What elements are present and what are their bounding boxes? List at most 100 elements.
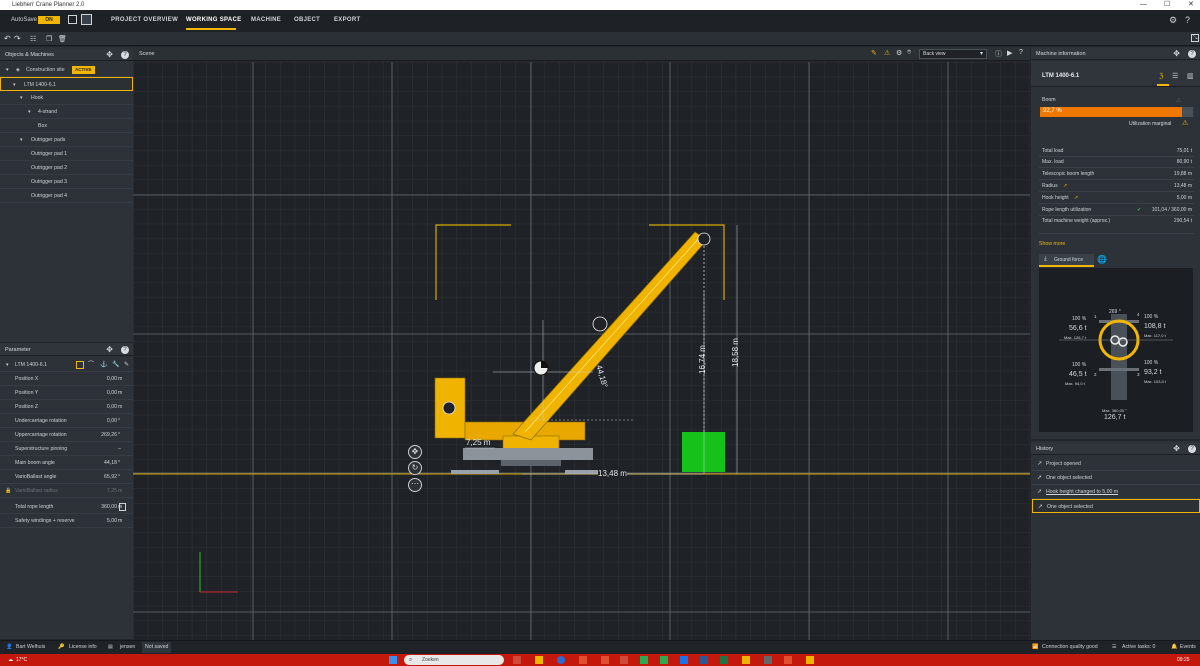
link-icon[interactable]: ↗ <box>1063 181 1067 192</box>
move-icon[interactable]: ✥ <box>1173 443 1180 455</box>
app-icon[interactable] <box>579 656 587 664</box>
app-icon[interactable] <box>601 656 609 664</box>
list-icon[interactable]: ☰ <box>1172 72 1178 80</box>
chevron-down-icon[interactable]: ▾ <box>13 78 16 92</box>
undo-icon[interactable]: ↶ <box>4 34 11 43</box>
info-row-radius[interactable]: Radius ↗ 13,48 m <box>1039 181 1194 192</box>
bar-chart-icon[interactable]: ▥ <box>1187 72 1194 80</box>
history-item[interactable]: ➚ Hook height changed to 5,00 m <box>1032 485 1200 499</box>
warning-icon[interactable]: ⚠ <box>884 49 890 57</box>
param-varioballast-angle[interactable]: VarioBallast angle 65,92 ° <box>0 470 133 484</box>
calendar-icon[interactable] <box>68 15 77 24</box>
edit-mode-icon[interactable] <box>76 361 84 369</box>
move-icon[interactable]: ✥ <box>106 49 113 61</box>
settings-icon[interactable]: ⚙ <box>896 49 902 57</box>
ruler-icon[interactable]: ✎ <box>871 49 877 57</box>
link-icon[interactable]: ↗ <box>1074 193 1078 204</box>
start-icon[interactable] <box>389 656 397 664</box>
close-window-button[interactable]: ✕ <box>1188 0 1194 10</box>
video-icon[interactable]: ▶ <box>1007 49 1012 57</box>
tab-export[interactable]: EXPORT <box>334 17 360 23</box>
chevron-down-icon[interactable]: ▾ <box>20 91 23 105</box>
outlook-icon[interactable] <box>680 656 688 664</box>
tree-item-outrigger-pads[interactable]: ▾ Outrigger pads <box>0 133 133 147</box>
autosave-toggle[interactable]: ON <box>38 16 60 24</box>
table-icon[interactable] <box>119 503 126 511</box>
app-icon[interactable] <box>764 656 772 664</box>
tree-item-4-strand[interactable]: ▾ 4-strand <box>0 105 133 119</box>
tree-item-outrigger-pad-2[interactable]: Outrigger pad 2 <box>0 161 133 175</box>
layout-icon[interactable]: ☷ <box>30 35 36 43</box>
move-icon[interactable]: ✥ <box>1173 48 1180 60</box>
param-position-y[interactable]: Position Y 0,00 m <box>0 386 133 400</box>
param-safety-windings[interactable]: Safety windings + reserve 5,00 m <box>0 514 133 528</box>
camera-icon[interactable]: ⌾ <box>907 49 911 57</box>
browser-icon[interactable] <box>557 656 565 664</box>
tab-project-overview[interactable]: PROJECT OVERVIEW <box>111 17 178 23</box>
active-tasks[interactable]: Active tasks: 0 <box>1122 641 1155 654</box>
taskbar-search[interactable]: ⌕ Zoeken <box>404 655 504 665</box>
tab-working-space[interactable]: WORKING SPACE <box>186 17 241 23</box>
app-icon[interactable] <box>742 656 750 664</box>
events-link[interactable]: Events <box>1180 641 1196 654</box>
tree-item-ltm[interactable]: ▾ LTM 1400-6.1 <box>0 77 133 91</box>
help-icon[interactable]: ? <box>1185 15 1190 25</box>
trash-icon[interactable]: 🗑 <box>58 35 67 43</box>
hook-icon[interactable]: ⚓ <box>100 358 107 372</box>
hook-tab-icon[interactable]: ℨ <box>1159 72 1163 80</box>
maximize-button[interactable]: ☐ <box>1164 0 1170 10</box>
tree-item-outrigger-pad-4[interactable]: Outrigger pad 4 <box>0 189 133 203</box>
tree-item-construction-site[interactable]: ▾ ◈ Construction site ACTIVE <box>0 63 133 77</box>
more-icon[interactable]: ⋯ <box>408 478 422 492</box>
help-icon[interactable]: ? <box>121 346 129 354</box>
parameter-machine-row[interactable]: ▾ LTM 1400-6.1 ⌒ ⚓ 🔧 ✎ <box>0 358 133 372</box>
show-more-link[interactable]: Show more <box>1039 241 1065 247</box>
param-position-x[interactable]: Position X 0,00 m <box>0 372 133 386</box>
tree-item-outrigger-pad-1[interactable]: Outrigger pad 1 <box>0 147 133 161</box>
rotate-icon[interactable]: ↻ <box>408 461 422 475</box>
tab-object[interactable]: OBJECT <box>294 17 320 23</box>
collapse-icon[interactable]: ⤡ <box>1191 34 1199 42</box>
crane-planner-icon[interactable] <box>806 656 814 664</box>
param-main-boom-angle[interactable]: Main boom angle 44,18 ° <box>0 456 133 470</box>
wrench-icon[interactable]: 🔧 <box>112 358 119 372</box>
excel-icon[interactable] <box>720 656 728 664</box>
tree-item-box[interactable]: Box <box>0 119 133 133</box>
help-icon[interactable]: ? <box>121 51 129 59</box>
help-icon[interactable]: ? <box>1019 49 1023 56</box>
param-superstructure-pinning[interactable]: Superstructure pinning – <box>0 442 133 456</box>
globe-icon[interactable]: 🌐 <box>1097 255 1107 264</box>
chevron-down-icon[interactable]: ▾ <box>6 63 9 77</box>
tree-item-outrigger-pad-3[interactable]: Outrigger pad 3 <box>0 175 133 189</box>
image-icon[interactable] <box>81 14 92 25</box>
app-icon[interactable] <box>784 656 792 664</box>
minimize-button[interactable]: — <box>1140 0 1147 10</box>
redo-icon[interactable]: ↷ <box>14 34 21 43</box>
move-icon[interactable]: ✥ <box>106 344 113 356</box>
param-position-z[interactable]: Position Z 0,00 m <box>0 400 133 414</box>
word-icon[interactable] <box>700 656 708 664</box>
param-total-rope-length[interactable]: Total rope length 360,00 m <box>0 500 133 514</box>
app-icon[interactable] <box>640 656 648 664</box>
history-item-current[interactable]: ➚ One object selected <box>1032 499 1200 513</box>
ground-force-tab[interactable]: ⤓ Ground force <box>1039 254 1094 267</box>
scene-canvas[interactable] <box>133 62 1030 640</box>
chevron-down-icon[interactable]: ▾ <box>6 358 9 372</box>
help-icon[interactable]: ? <box>1188 445 1196 453</box>
chevron-down-icon[interactable]: ▾ <box>20 133 23 147</box>
history-item[interactable]: ↗ Project opened <box>1032 457 1200 471</box>
scene-viewport[interactable]: 44,18° 7,25 m 13,48 m 16,74 m 18,58 m ✥ … <box>133 62 1030 640</box>
tab-machine[interactable]: MACHINE <box>251 17 281 23</box>
view-select[interactable]: Back view ▾ <box>919 49 987 59</box>
gear-icon[interactable]: ⚙ <box>1169 15 1177 26</box>
license-link[interactable]: License info <box>69 641 97 654</box>
pencil-icon[interactable]: ✎ <box>124 358 129 372</box>
help-icon[interactable]: ? <box>1188 50 1196 58</box>
info-row-hook-height[interactable]: Hook height ↗ 5,00 m <box>1039 193 1194 204</box>
info-icon[interactable]: ⓘ <box>995 49 1002 59</box>
chevron-down-icon[interactable]: ▾ <box>28 105 31 119</box>
app-icon[interactable] <box>620 656 628 664</box>
copy-icon[interactable]: ❐ <box>46 35 52 43</box>
folder-icon[interactable] <box>535 656 543 664</box>
app-icon[interactable] <box>660 656 668 664</box>
